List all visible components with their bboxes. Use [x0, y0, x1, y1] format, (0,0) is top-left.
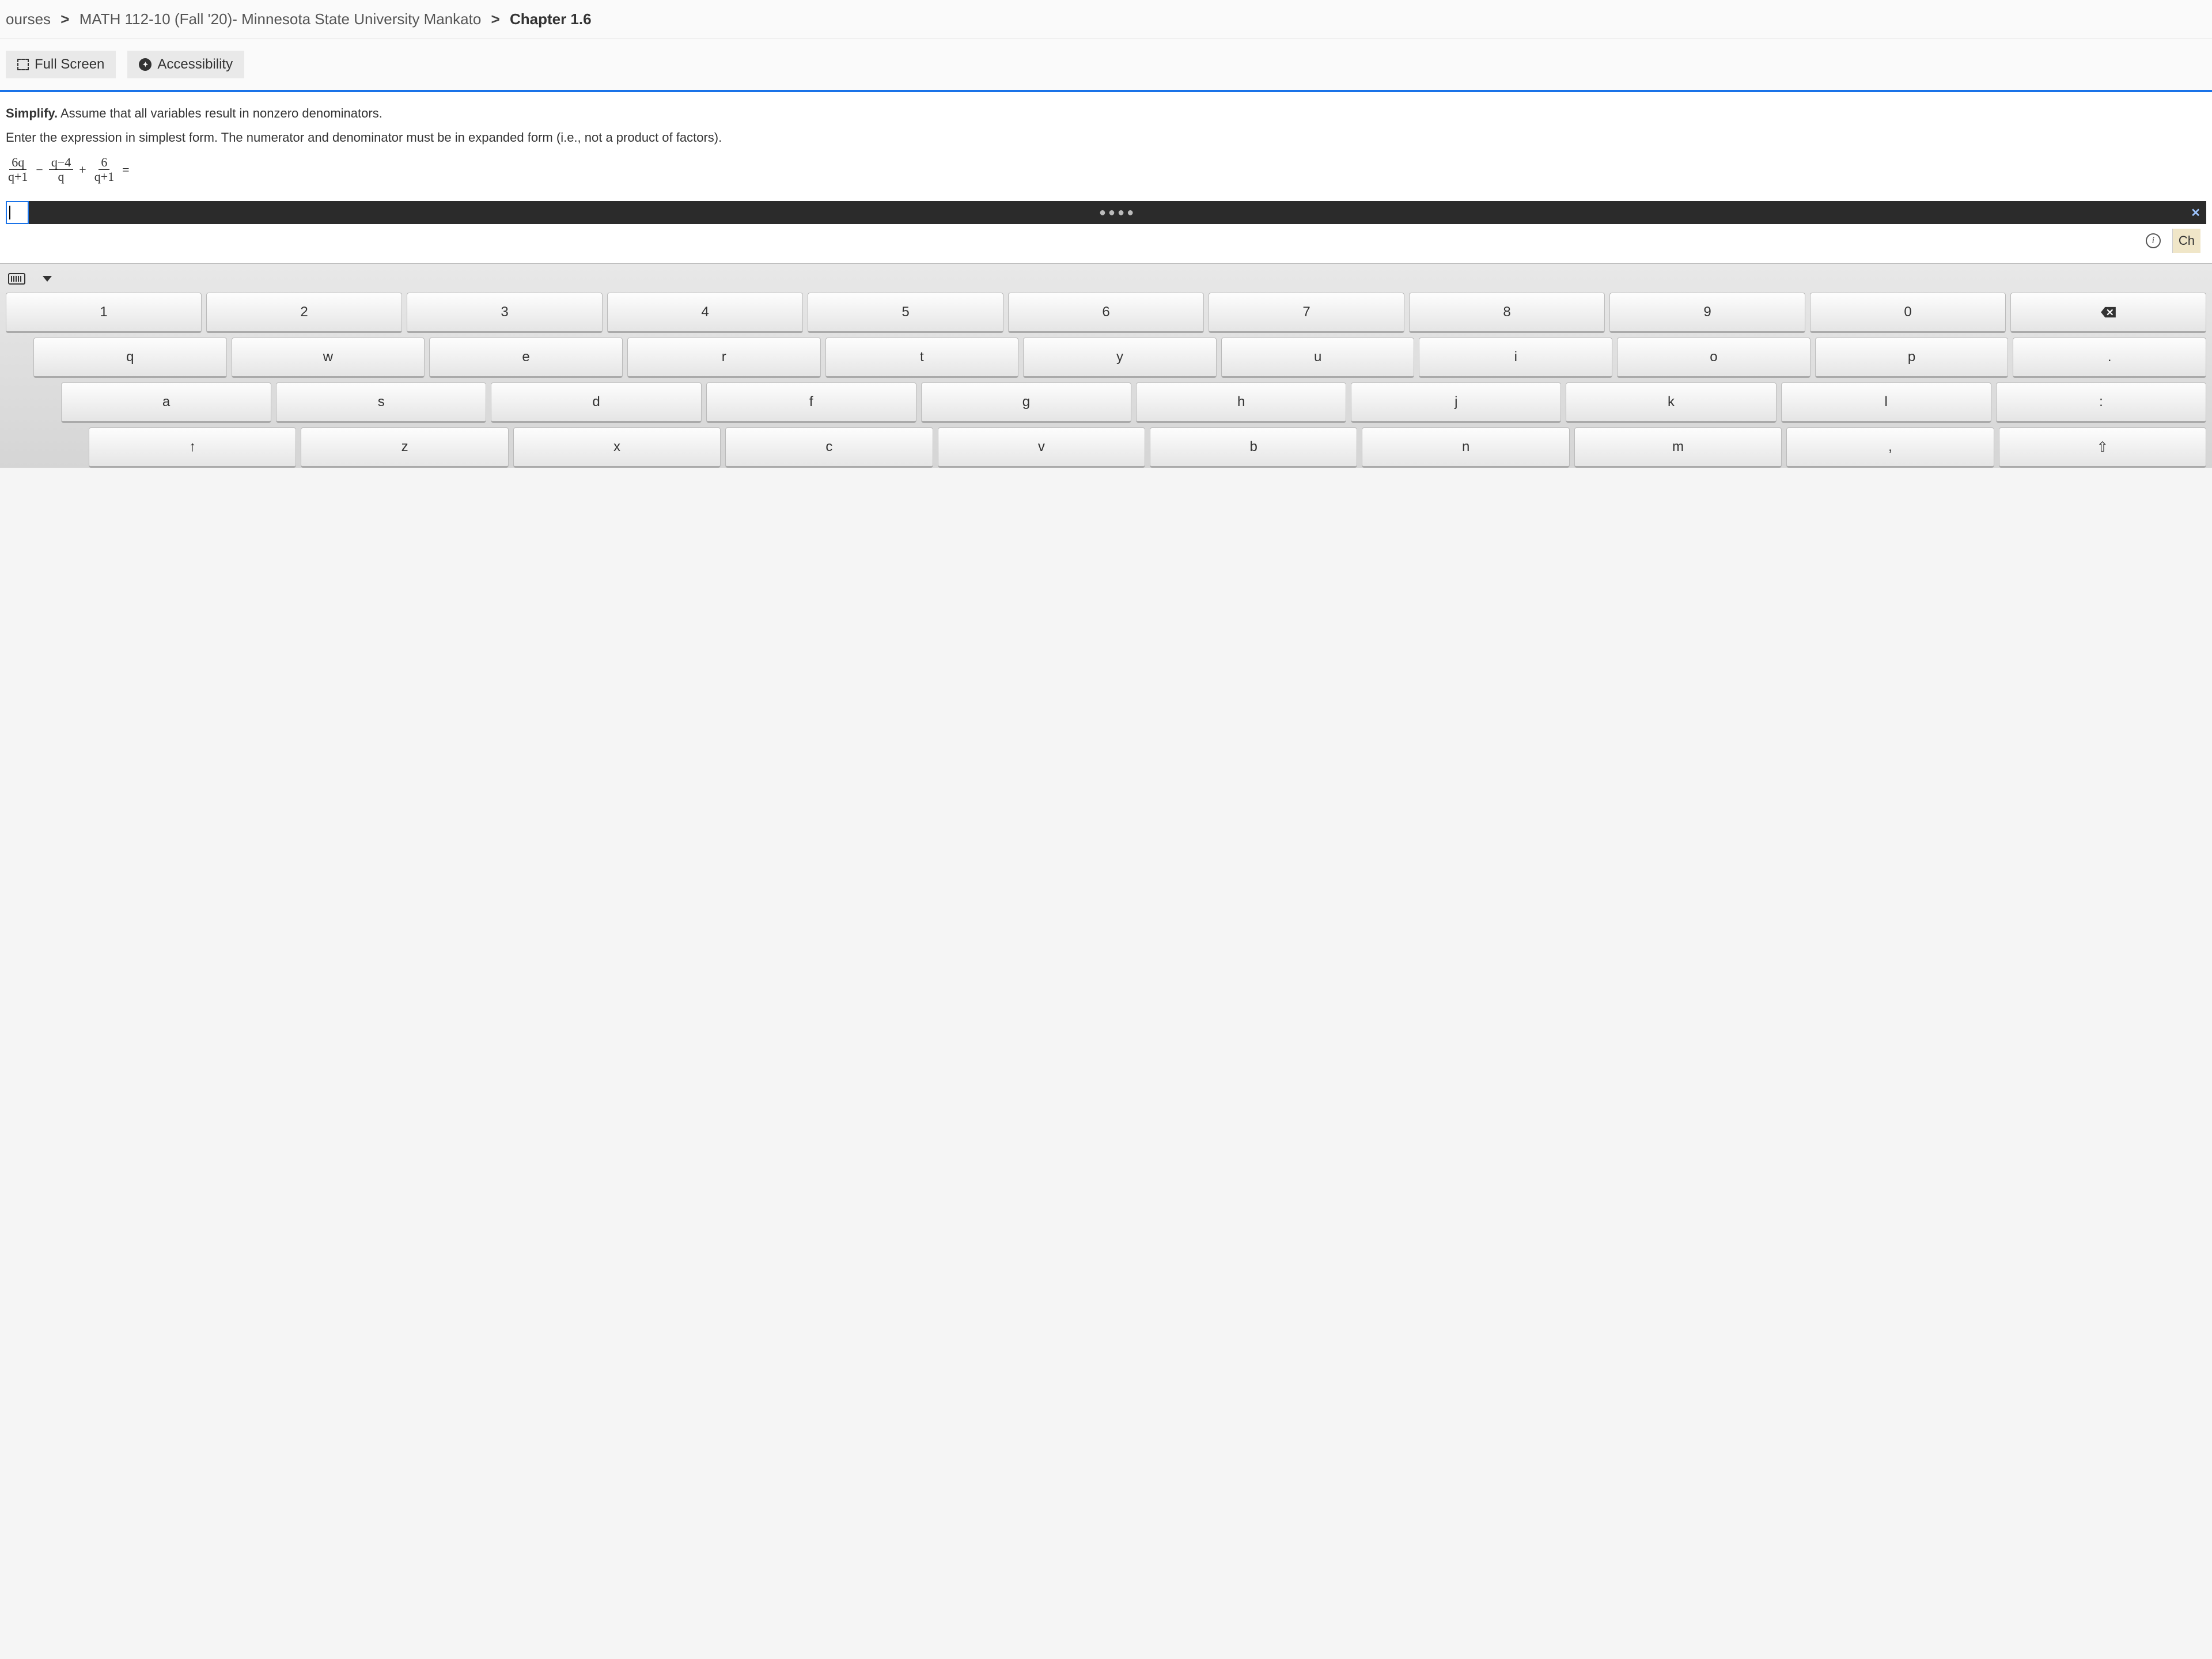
close-icon[interactable]: ✕: [2191, 206, 2200, 220]
text-cursor: [9, 206, 10, 219]
chevron-right-icon: >: [60, 10, 69, 28]
frac2-den: q: [56, 170, 67, 184]
fullscreen-icon: [17, 59, 29, 70]
key-h[interactable]: h: [1136, 382, 1346, 423]
key-q[interactable]: q: [33, 338, 227, 378]
equals-op: =: [122, 162, 129, 177]
accessibility-label: Accessibility: [157, 56, 233, 73]
key-z[interactable]: z: [301, 427, 508, 468]
keyboard-top-bar: [6, 270, 2206, 293]
fraction-1: 6q q+1: [6, 156, 30, 184]
key-shift-left[interactable]: ↑: [89, 427, 296, 468]
key-s[interactable]: s: [276, 382, 486, 423]
info-icon[interactable]: i: [2146, 233, 2161, 248]
key-a[interactable]: a: [61, 382, 271, 423]
frac3-num: 6: [99, 156, 109, 170]
fraction-2: q−4 q: [49, 156, 73, 184]
key-backspace[interactable]: [2010, 293, 2206, 333]
breadcrumb-level-2[interactable]: MATH 112-10 (Fall '20)- Minnesota State …: [79, 10, 482, 28]
math-expression: 6q q+1 − q−4 q + 6 q+1 =: [6, 156, 2206, 184]
dropdown-caret-icon[interactable]: [43, 276, 52, 282]
key-x[interactable]: x: [513, 427, 721, 468]
key-8[interactable]: 8: [1409, 293, 1605, 333]
keyboard-icon[interactable]: [8, 273, 25, 285]
answer-row: ●●●● ✕: [6, 201, 2206, 224]
breadcrumb-level-1[interactable]: ourses: [6, 10, 51, 28]
key-l[interactable]: l: [1781, 382, 1991, 423]
accessibility-icon: [139, 58, 151, 71]
key-g[interactable]: g: [921, 382, 1131, 423]
key-4[interactable]: 4: [607, 293, 803, 333]
key-e[interactable]: e: [429, 338, 623, 378]
key-2[interactable]: 2: [206, 293, 402, 333]
key-b[interactable]: b: [1150, 427, 1357, 468]
key-y[interactable]: y: [1023, 338, 1217, 378]
key-c[interactable]: c: [725, 427, 933, 468]
key-m[interactable]: m: [1574, 427, 1782, 468]
breadcrumb: ourses > MATH 112-10 (Fall '20)- Minneso…: [0, 0, 2212, 39]
key-j[interactable]: j: [1351, 382, 1561, 423]
key-v[interactable]: v: [938, 427, 1145, 468]
minus-op: −: [36, 162, 43, 177]
key-d[interactable]: d: [491, 382, 701, 423]
frac3-den: q+1: [92, 170, 116, 184]
key-f[interactable]: f: [706, 382, 916, 423]
check-button[interactable]: Ch: [2172, 229, 2200, 253]
key-u[interactable]: u: [1221, 338, 1415, 378]
keyboard-rows: 1234567890 qwertyuiop. asdfghjkl: ↑zxcvb…: [6, 293, 2206, 468]
key-r[interactable]: r: [627, 338, 821, 378]
below-answer-bar: i Ch: [6, 224, 2206, 257]
fullscreen-label: Full Screen: [35, 56, 104, 73]
keyboard-row-1: 1234567890: [6, 293, 2206, 333]
frac1-num: 6q: [9, 156, 26, 170]
question-prompt: Simplify. Assume that all variables resu…: [6, 106, 2206, 121]
fraction-3: 6 q+1: [92, 156, 116, 184]
key-shift-right[interactable]: ⇧: [1999, 427, 2206, 468]
prompt-rest: Assume that all variables result in nonz…: [58, 106, 382, 120]
key-w[interactable]: w: [232, 338, 425, 378]
plus-op: +: [79, 162, 86, 177]
question-content: Simplify. Assume that all variables resu…: [0, 92, 2212, 263]
key-9[interactable]: 9: [1609, 293, 1805, 333]
keyboard-row-2: qwertyuiop.: [6, 338, 2206, 378]
fullscreen-button[interactable]: Full Screen: [6, 51, 116, 78]
key-:[interactable]: :: [1996, 382, 2206, 423]
key-period[interactable]: .: [2013, 338, 2206, 378]
key-p[interactable]: p: [1815, 338, 2009, 378]
key-i[interactable]: i: [1419, 338, 1612, 378]
toolbar: Full Screen Accessibility: [0, 39, 2212, 90]
key-1[interactable]: 1: [6, 293, 202, 333]
chevron-right-icon: >: [491, 10, 500, 28]
answer-input[interactable]: [6, 201, 29, 224]
key-t[interactable]: t: [825, 338, 1019, 378]
key-,[interactable]: ,: [1786, 427, 1994, 468]
key-3[interactable]: 3: [407, 293, 603, 333]
accessibility-button[interactable]: Accessibility: [127, 51, 244, 78]
key-5[interactable]: 5: [808, 293, 1003, 333]
key-7[interactable]: 7: [1209, 293, 1404, 333]
prompt-bold: Simplify.: [6, 106, 58, 120]
keyboard-row-4: ↑zxcvbnm,⇧: [6, 427, 2206, 468]
question-instructions: Enter the expression in simplest form. T…: [6, 130, 2206, 145]
frac2-num: q−4: [49, 156, 73, 170]
frac1-den: q+1: [6, 170, 30, 184]
key-o[interactable]: o: [1617, 338, 1810, 378]
key-n[interactable]: n: [1362, 427, 1569, 468]
key-0[interactable]: 0: [1810, 293, 2006, 333]
key-k[interactable]: k: [1566, 382, 1776, 423]
drag-handle-icon[interactable]: ●●●●: [1099, 206, 1136, 219]
keyboard-row-3: asdfghjkl:: [6, 382, 2206, 423]
breadcrumb-level-3[interactable]: Chapter 1.6: [510, 10, 592, 28]
key-6[interactable]: 6: [1008, 293, 1204, 333]
math-toolbar[interactable]: ●●●● ✕: [29, 201, 2206, 224]
onscreen-keyboard: 1234567890 qwertyuiop. asdfghjkl: ↑zxcvb…: [0, 263, 2212, 468]
